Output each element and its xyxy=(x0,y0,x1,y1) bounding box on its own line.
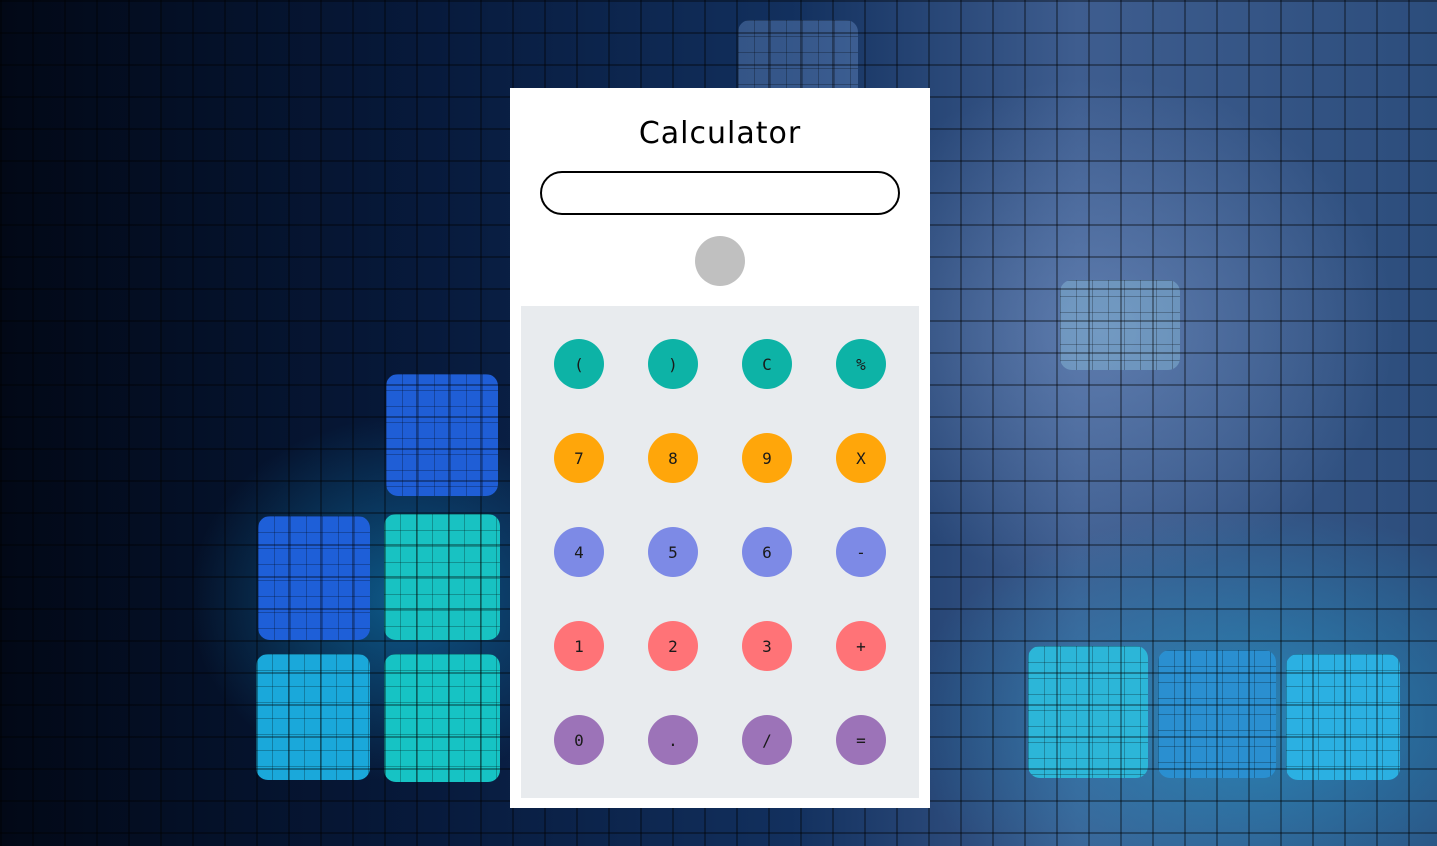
key-percent-button[interactable]: % xyxy=(836,339,886,389)
key-close-paren-button[interactable]: ) xyxy=(648,339,698,389)
key-digit-8-button[interactable]: 8 xyxy=(648,433,698,483)
key-plus-button[interactable]: + xyxy=(836,621,886,671)
keypad: () C% 7 8 9 X 4 5 6- 1 2 3 +0. / = xyxy=(521,306,919,798)
key-digit-7-button[interactable]: 7 xyxy=(554,433,604,483)
key-equals-button[interactable]: = xyxy=(836,715,886,765)
key-digit-4-button[interactable]: 4 xyxy=(554,527,604,577)
calculator-display[interactable] xyxy=(540,171,900,215)
key-digit-1-button[interactable]: 1 xyxy=(554,621,604,671)
key-clear-button[interactable]: C xyxy=(742,339,792,389)
key-digit-2-button[interactable]: 2 xyxy=(648,621,698,671)
key-digit-9-button[interactable]: 9 xyxy=(742,433,792,483)
key-decimal-button[interactable]: . xyxy=(648,715,698,765)
calculator-title: Calculator xyxy=(638,116,802,151)
key-multiply-button[interactable]: X xyxy=(836,433,886,483)
key-digit-5-button[interactable]: 5 xyxy=(648,527,698,577)
key-divide-button[interactable]: / xyxy=(742,715,792,765)
calculator-card: Calculator () C% 7 8 9 X 4 5 6- 1 2 3 +0. / = xyxy=(510,88,930,808)
key-open-paren-button[interactable]: ( xyxy=(554,339,604,389)
key-digit-0-button[interactable]: 0 xyxy=(554,715,604,765)
key-minus-button[interactable]: - xyxy=(836,527,886,577)
key-digit-6-button[interactable]: 6 xyxy=(742,527,792,577)
result-indicator xyxy=(695,236,745,286)
key-digit-3-button[interactable]: 3 xyxy=(742,621,792,671)
